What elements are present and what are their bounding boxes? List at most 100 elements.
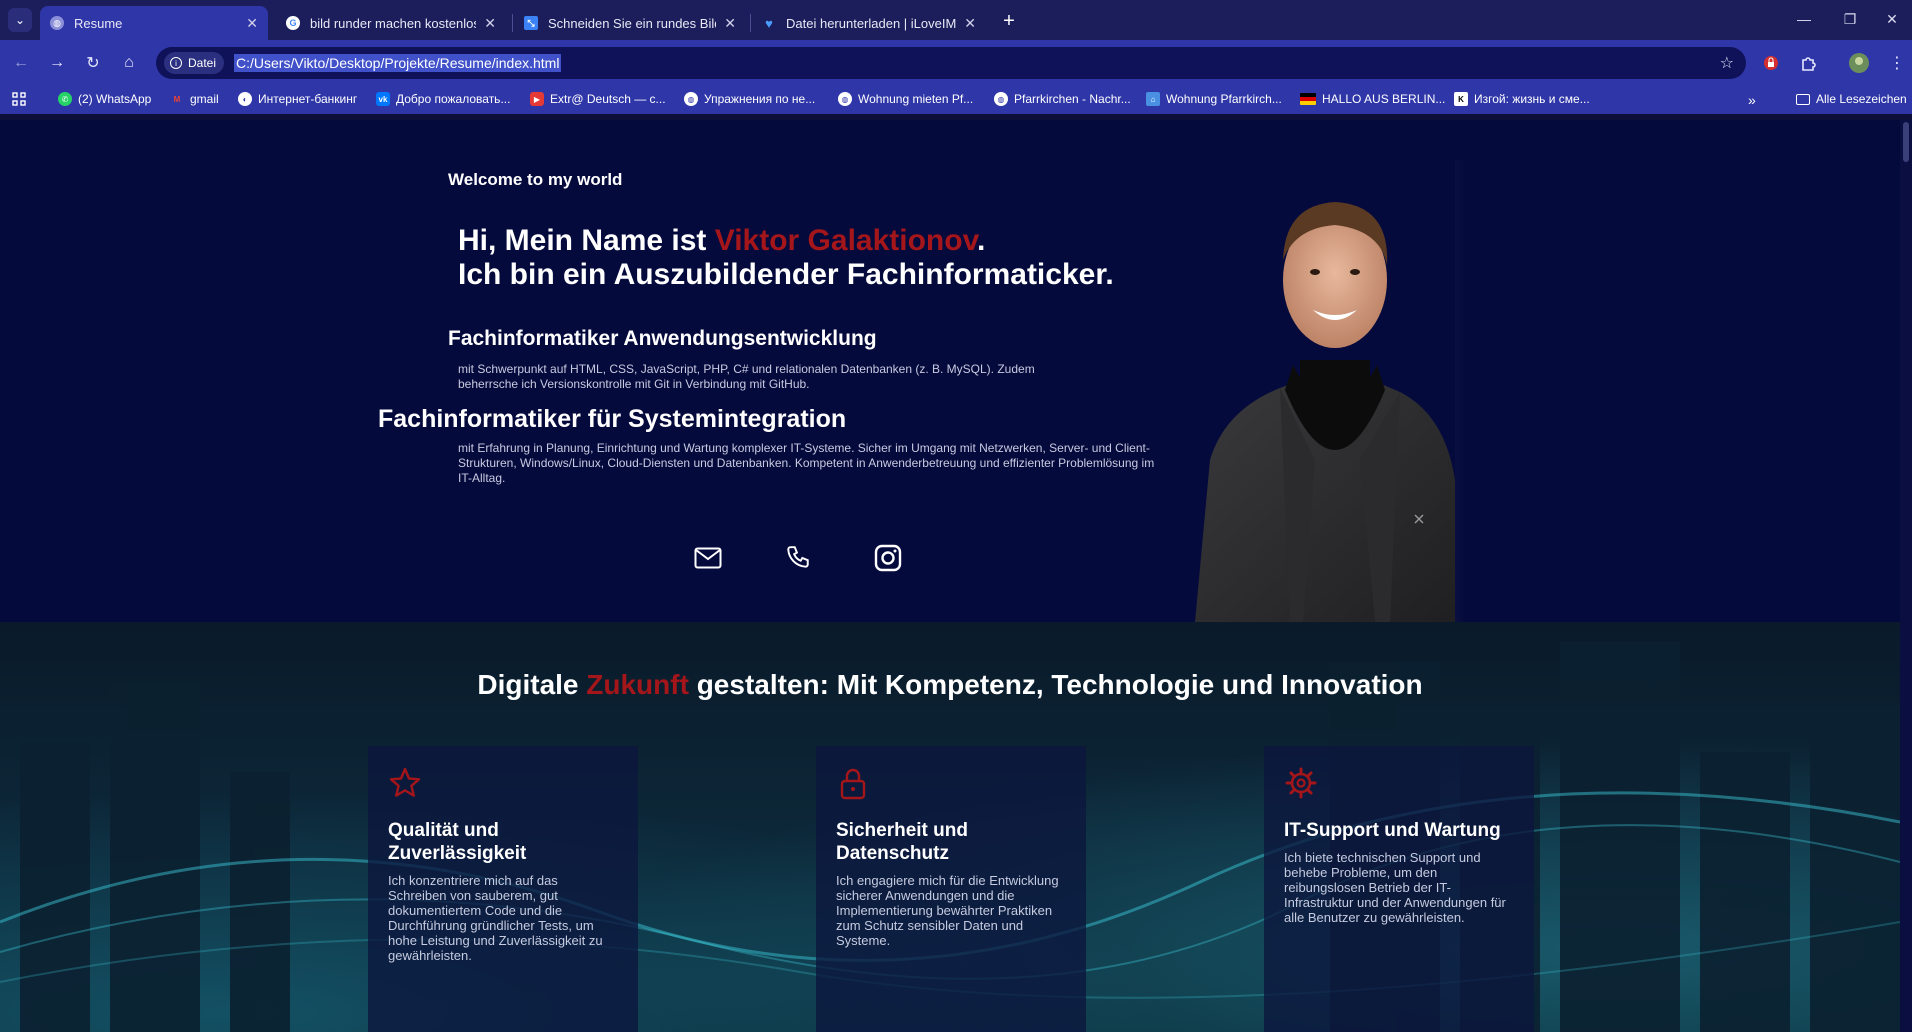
site-info-chip[interactable]: i Datei [164,52,225,74]
bookmark-label: Wohnung Pfarrkirch... [1166,92,1282,106]
portrait-edge [1455,160,1465,622]
card-title: IT-Support und Wartung [1284,820,1501,841]
hero-heading: Hi, Mein Name ist Viktor Galaktionov. Ic… [458,224,1114,292]
home-button[interactable]: ⌂ [116,50,142,76]
skills-section: Digitale Zukunft gestalten: Mit Kompeten… [0,622,1900,1032]
portrait-photo [1195,202,1465,622]
bookmark-wohnung-pfarrkirchen[interactable]: ⌂ Wohnung Pfarrkirch... [1146,92,1282,106]
title-pre: Digitale [477,669,587,700]
tab-iloveimg[interactable]: ♥ Datei herunterladen | iLoveIMG ✕ [752,6,986,40]
bookmark-whatsapp[interactable]: ✆ (2) WhatsApp [58,92,151,106]
close-tab-icon[interactable]: ✕ [964,15,976,32]
bookmark-label: Pfarrkirchen - Nachr... [1014,92,1131,106]
folder-icon [1796,93,1810,105]
profile-avatar[interactable] [1846,50,1872,76]
all-bookmarks-label: Alle Lesezeichen [1816,92,1907,106]
card-title: Qualität und Zuverlässigkeit [388,820,527,864]
bookmark-label: HALLO AUS BERLIN... [1322,92,1446,106]
card-text: Ich biete technischen Support und behebe… [1284,850,1506,925]
forward-button[interactable]: → [44,50,70,76]
bookmark-wohnung-mieten[interactable]: ◍ Wohnung mieten Pf... [838,92,973,106]
instagram-icon[interactable] [868,538,908,578]
tab-label: Datei herunterladen | iLoveIMG [786,15,957,31]
tab-label: Resume [74,15,123,31]
globe-icon: ◍ [838,92,852,106]
bookmark-izgoy[interactable]: K Изгой: жизнь и сме... [1454,92,1590,106]
browser-toolbar: ← → ↻ ⌂ i Datei C:/Users/Vikto/Desktop/P… [0,40,1912,86]
mail-icon[interactable] [688,538,728,578]
phone-icon[interactable] [778,538,818,578]
whatsapp-icon: ✆ [58,92,72,106]
role-line: Ich bin ein Auszubildender Fachinformati… [458,258,1114,291]
back-button[interactable]: ← [8,50,34,76]
bookmark-label: gmail [190,92,219,106]
tab-resume[interactable]: ◍ Resume ✕ [40,6,268,40]
section-title: Digitale Zukunft gestalten: Mit Kompeten… [0,669,1900,701]
description-anwendungsentwicklung: mit Schwerpunkt auf HTML, CSS, JavaScrip… [458,362,1035,391]
bookmark-bank[interactable]: ◐ Интернет-банкинг [238,92,357,106]
reload-button[interactable]: ↻ [80,50,106,76]
author-name: Viktor Galaktionov [714,224,978,257]
close-tab-icon[interactable]: ✕ [246,15,258,32]
new-tab-button[interactable]: + [996,8,1022,34]
close-tab-icon[interactable]: ✕ [484,15,496,32]
address-bar[interactable]: i Datei C:/Users/Vikto/Desktop/Projekte/… [156,47,1746,79]
globe-icon: ◍ [684,92,698,106]
minimize-button[interactable]: — [1784,6,1824,32]
k-icon: K [1454,92,1468,106]
bookmark-vk[interactable]: vk Добро пожаловать... [376,92,510,106]
card-it-support: IT-Support und Wartung Ich biete technis… [1264,746,1534,1032]
bookmark-label: Интернет-банкинг [258,92,358,106]
star-icon [389,767,421,797]
tab-label: bild runder machen kostenlos - [310,15,477,31]
card-text: Ich konzentriere mich auf das Schreiben … [388,873,603,963]
scrollbar-thumb[interactable] [1903,122,1909,162]
tab-separator [750,14,751,32]
bookmark-uprazhneniya[interactable]: ◍ Упражнения по не... [684,92,815,106]
extensions-puzzle-icon[interactable] [1796,50,1822,76]
all-bookmarks-button[interactable]: Alle Lesezeichen [1796,92,1907,106]
page-scrollbar[interactable] [1900,120,1912,1032]
name-period: . [977,224,986,257]
card-quality: Qualität und Zuverlässigkeit Ich konzent… [368,746,638,1032]
bookmarks-overflow-button[interactable]: » [1748,92,1756,108]
tab-strip: ⌄ ◍ Resume ✕ G bild runder machen kosten… [0,0,1912,40]
title-post: gestalten: Mit Kompetenz, Technologie un… [688,669,1423,700]
restore-button[interactable]: ❐ [1830,6,1870,32]
bookmark-gmail[interactable]: M gmail [170,92,219,106]
bookmark-label: Wohnung mieten Pf... [858,92,974,106]
extension-shield-icon[interactable] [1758,50,1784,76]
crop-icon: ⤡ [524,16,538,30]
welcome-text: Welcome to my world [448,170,623,189]
browser-menu-icon[interactable]: ⋮ [1884,50,1910,76]
title-accent: Zukunft [586,669,689,700]
bookmark-label: Extr@ Deutsch — с... [550,92,666,106]
greeting-text: Hi, Mein Name ist [458,224,715,257]
bookmark-label: Изгой: жизнь и сме... [1474,92,1590,106]
card-text: Ich engagiere mich für die Entwicklung s… [836,873,1059,948]
globe-icon: ◍ [50,16,64,30]
bookmark-star-icon[interactable]: ☆ [1720,53,1734,73]
heart-icon: ♥ [765,15,773,31]
close-tab-icon[interactable]: ✕ [724,15,736,32]
tab-crop-image[interactable]: ⤡ Schneiden Sie ein rundes Bild z ✕ [514,6,746,40]
video-icon: ▶ [530,92,544,106]
bank-icon: ◐ [238,92,252,106]
google-icon: G [286,16,300,30]
bookmark-label: Упражнения по не... [704,92,816,106]
bookmark-pfarrkirchen-news[interactable]: ◍ Pfarrkirchen - Nachr... [994,92,1131,106]
bookmark-hallo-berlin[interactable]: HALLO AUS BERLIN... [1300,92,1445,106]
apps-grid-icon[interactable] [12,92,26,106]
tab-label: Schneiden Sie ein rundes Bild z [548,15,717,31]
flag-icon [1300,93,1316,105]
vk-icon: vk [376,92,390,106]
tab-search-button[interactable]: ⌄ [8,8,32,32]
hero-section: Welcome to my world Hi, Mein Name ist Vi… [0,120,1900,622]
page-viewport: Welcome to my world Hi, Mein Name ist Vi… [0,120,1900,1032]
tab-google-search[interactable]: G bild runder machen kostenlos - ✕ [276,6,506,40]
bookmark-extra-deutsch[interactable]: ▶ Extr@ Deutsch — с... [530,92,666,106]
overflow-chevron-icon: » [1748,92,1756,108]
tab-separator [512,14,513,32]
close-window-button[interactable]: ✕ [1872,6,1912,32]
url-text[interactable]: C:/Users/Vikto/Desktop/Projekte/Resume/i… [234,54,562,72]
